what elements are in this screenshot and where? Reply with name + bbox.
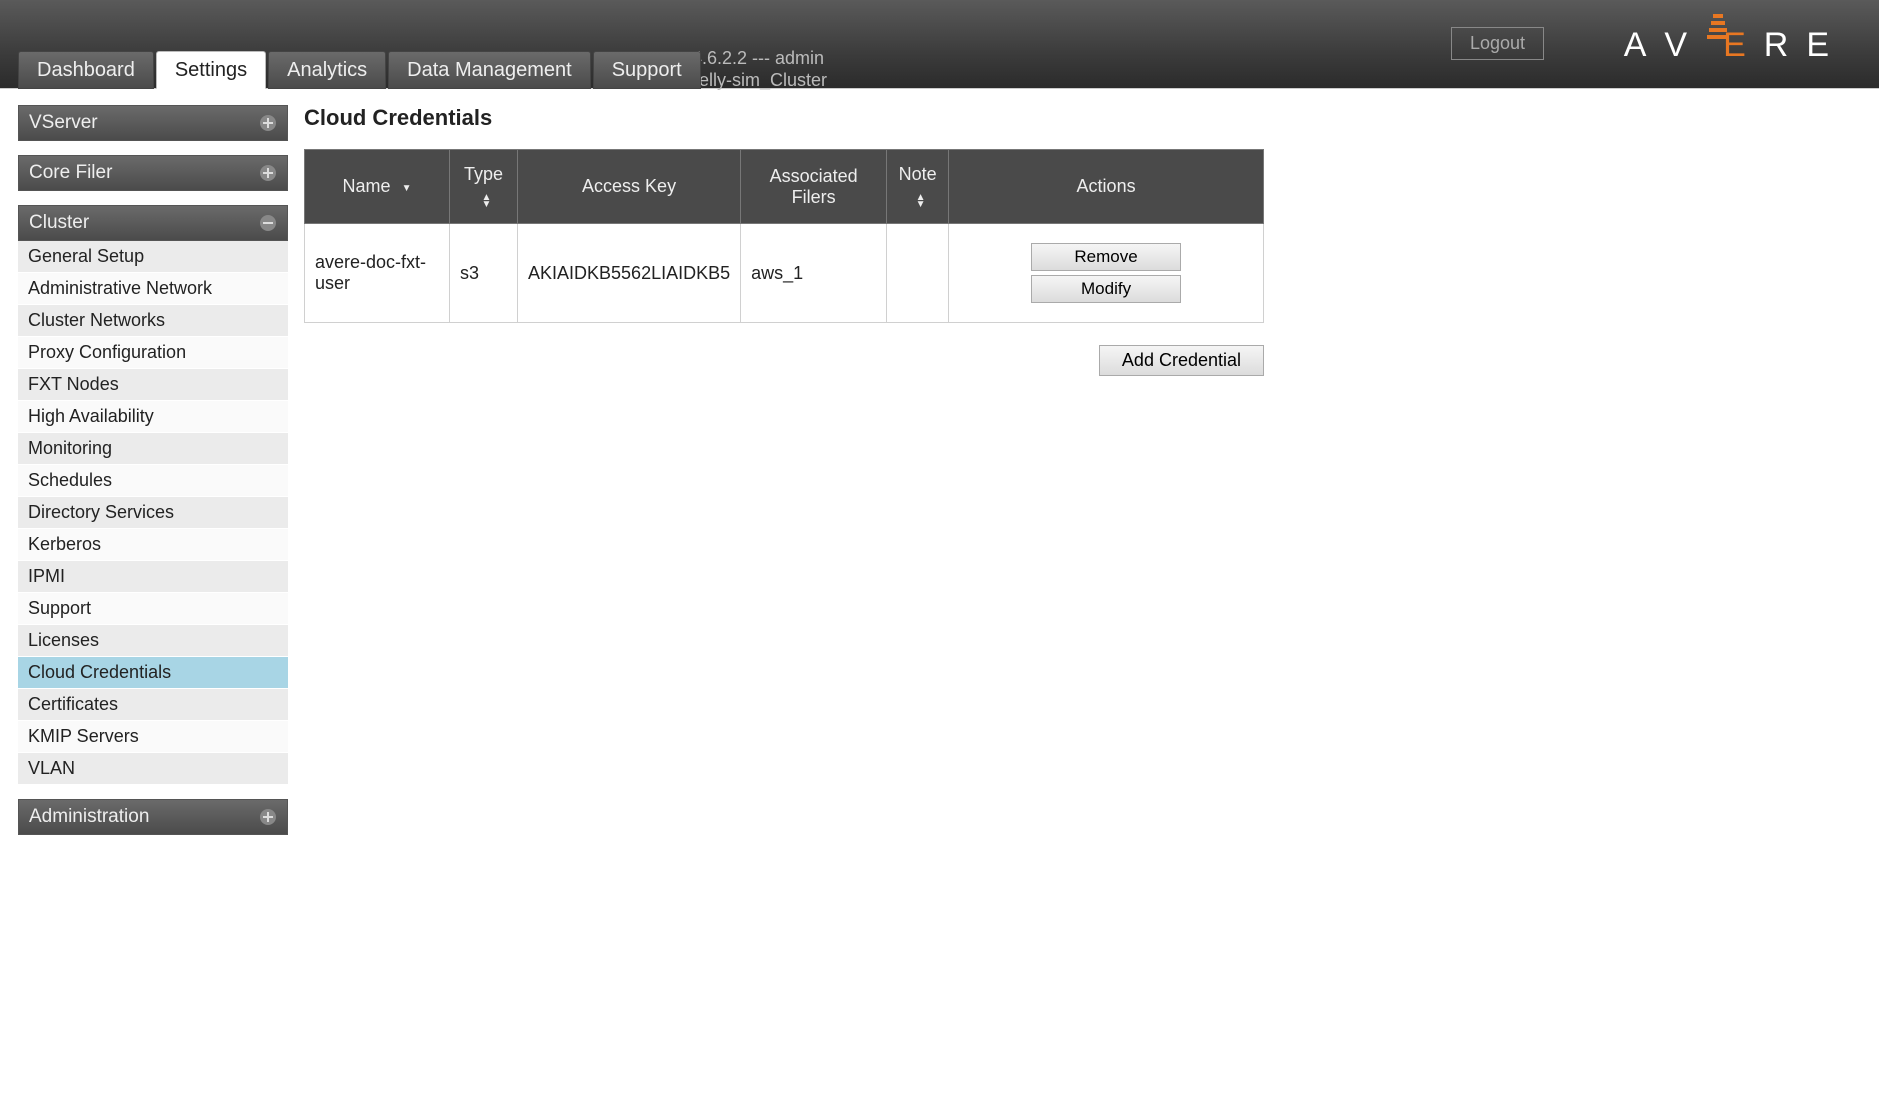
cell-access-key: AKIAIDKB5562LIAIDKB5: [518, 224, 741, 323]
sidebar-item-administrative-network[interactable]: Administrative Network: [18, 273, 288, 305]
sidebar-item-cloud-credentials[interactable]: Cloud Credentials: [18, 657, 288, 689]
col-associated-filers[interactable]: Associated Filers: [741, 150, 887, 224]
brand-logo: A V E R E: [1624, 18, 1847, 73]
logout-button[interactable]: Logout: [1451, 27, 1544, 60]
col-access-key[interactable]: Access Key: [518, 150, 741, 224]
sidebar-item-licenses[interactable]: Licenses: [18, 625, 288, 657]
sidebar-group-core-filer[interactable]: Core Filer: [18, 155, 288, 191]
add-credential-button[interactable]: Add Credential: [1099, 345, 1264, 376]
sidebar-item-general-setup[interactable]: General Setup: [18, 241, 288, 273]
sidebar-item-kmip-servers[interactable]: KMIP Servers: [18, 721, 288, 753]
sidebar-group-label: Administration: [29, 806, 149, 828]
sidebar-item-schedules[interactable]: Schedules: [18, 465, 288, 497]
app-header: Logout A V E R E V4.6.2.2 --- admin ekel…: [0, 0, 1879, 89]
sidebar-group-vserver[interactable]: VServer: [18, 105, 288, 141]
sidebar-item-high-availability[interactable]: High Availability: [18, 401, 288, 433]
sidebar-group-label: Core Filer: [29, 162, 112, 184]
sidebar-item-kerberos[interactable]: Kerberos: [18, 529, 288, 561]
sidebar-group-cluster[interactable]: Cluster: [18, 205, 288, 241]
cell-name: avere-doc-fxt-user: [305, 224, 450, 323]
sidebar-item-support[interactable]: Support: [18, 593, 288, 625]
tab-analytics[interactable]: Analytics: [268, 51, 386, 89]
col-name[interactable]: Name ▼: [305, 150, 450, 224]
plus-icon: [259, 114, 277, 132]
tab-data-management[interactable]: Data Management: [388, 51, 591, 89]
plus-icon: [259, 808, 277, 826]
main-panel: Cloud Credentials Name ▼ Type ▲▼ Access …: [288, 105, 1879, 849]
main-tabs: Dashboard Settings Analytics Data Manage…: [18, 51, 703, 89]
logo-bars-icon: [1707, 14, 1729, 42]
tab-settings[interactable]: Settings: [156, 51, 266, 89]
page-title: Cloud Credentials: [304, 105, 1879, 131]
sidebar-item-cluster-networks[interactable]: Cluster Networks: [18, 305, 288, 337]
minus-icon: [259, 214, 277, 232]
sort-both-icon: ▲▼: [916, 194, 926, 208]
col-type[interactable]: Type ▲▼: [450, 150, 518, 224]
cell-actions: Remove Modify: [949, 224, 1264, 323]
sidebar-item-fxt-nodes[interactable]: FXT Nodes: [18, 369, 288, 401]
cell-associated-filers: aws_1: [741, 224, 887, 323]
col-note[interactable]: Note ▲▼: [887, 150, 949, 224]
sidebar-item-certificates[interactable]: Certificates: [18, 689, 288, 721]
sidebar-item-ipmi[interactable]: IPMI: [18, 561, 288, 593]
tab-support[interactable]: Support: [593, 51, 701, 89]
sidebar-item-directory-services[interactable]: Directory Services: [18, 497, 288, 529]
modify-button[interactable]: Modify: [1031, 275, 1181, 303]
cell-note: [887, 224, 949, 323]
sidebar-item-vlan[interactable]: VLAN: [18, 753, 288, 785]
sidebar-group-label: Cluster: [29, 212, 89, 234]
cell-type: s3: [450, 224, 518, 323]
sort-both-icon: ▲▼: [482, 194, 492, 208]
tab-dashboard[interactable]: Dashboard: [18, 51, 154, 89]
sidebar-group-administration[interactable]: Administration: [18, 799, 288, 835]
table-row: avere-doc-fxt-user s3 AKIAIDKB5562LIAIDK…: [305, 224, 1264, 323]
credentials-table: Name ▼ Type ▲▼ Access Key Associated Fil…: [304, 149, 1264, 323]
remove-button[interactable]: Remove: [1031, 243, 1181, 271]
plus-icon: [259, 164, 277, 182]
col-actions: Actions: [949, 150, 1264, 224]
sidebar-item-proxy-configuration[interactable]: Proxy Configuration: [18, 337, 288, 369]
sidebar: VServer Core Filer Cluster: [18, 105, 288, 849]
sidebar-group-label: VServer: [29, 112, 98, 134]
sidebar-item-monitoring[interactable]: Monitoring: [18, 433, 288, 465]
sort-desc-icon: ▼: [402, 184, 412, 194]
